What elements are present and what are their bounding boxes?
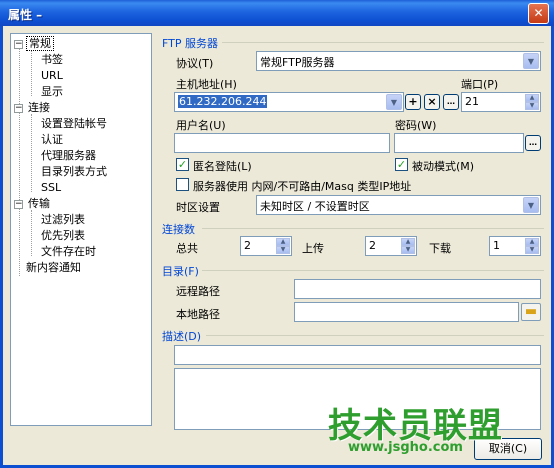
anonymous-checkbox[interactable]: ✓ xyxy=(176,158,189,171)
password-label: 密码(W) xyxy=(395,119,437,132)
category-tree[interactable]: − 常规 书签 URL 显示 − 连接 设置登陆帐号 认证 代理服务器 目录列表方式… xyxy=(10,33,152,426)
tree-item-connection[interactable]: − 连接 xyxy=(14,100,52,116)
masq-checkbox[interactable] xyxy=(176,178,189,191)
timezone-select[interactable]: 未知时区 / 不设置时区 ▼ xyxy=(256,195,541,215)
total-label: 总共 xyxy=(176,242,198,255)
tree-item-new-content[interactable]: 新内容通知 xyxy=(24,260,83,276)
host-input[interactable]: 61.232.206.244 ▼ xyxy=(174,92,404,112)
chevron-down-icon[interactable]: ▼ xyxy=(523,53,539,69)
tree-item-dir-listing[interactable]: 目录列表方式 xyxy=(39,164,109,180)
connections-section-title: 连接数 xyxy=(162,223,195,236)
port-stepper[interactable]: 21 ▲ ▼ xyxy=(461,92,541,112)
folder-icon: ▬ xyxy=(524,304,538,319)
tree-item-file-exists[interactable]: 文件存在时 xyxy=(39,244,98,260)
title-bar: 属性 – ✕ xyxy=(0,0,554,26)
directory-section-title: 目录(F) xyxy=(162,265,199,278)
tree-item-login-account[interactable]: 设置登陆帐号 xyxy=(39,116,109,132)
remote-path-input[interactable] xyxy=(294,279,541,299)
upload-label: 上传 xyxy=(302,242,324,255)
passive-label: 被动模式(M) xyxy=(412,160,475,173)
divider xyxy=(206,335,544,336)
password-more-button[interactable]: … xyxy=(525,135,541,151)
description-section-title: 描述(D) xyxy=(162,330,202,343)
tree-item-priority-list[interactable]: 优先列表 xyxy=(39,228,87,244)
collapse-icon[interactable]: − xyxy=(14,40,23,49)
tree-item-filter-list[interactable]: 过滤列表 xyxy=(39,212,87,228)
password-input[interactable] xyxy=(394,133,524,153)
username-input[interactable] xyxy=(174,133,390,153)
host-more-button[interactable]: … xyxy=(443,94,459,110)
username-label: 用户名(U) xyxy=(176,119,226,132)
close-button[interactable]: ✕ xyxy=(528,3,549,24)
timezone-label: 时区设置 xyxy=(176,201,220,214)
protocol-select[interactable]: 常规FTP服务器 ▼ xyxy=(256,51,541,71)
tree-item-auth[interactable]: 认证 xyxy=(39,132,65,148)
remove-host-button[interactable]: × xyxy=(424,94,440,110)
ftp-section-title: FTP 服务器 xyxy=(162,37,218,50)
collapse-icon[interactable]: − xyxy=(14,200,23,209)
download-label: 下载 xyxy=(429,242,451,255)
spin-down-icon[interactable]: ▼ xyxy=(276,246,290,254)
divider xyxy=(202,228,544,229)
host-label: 主机地址(H) xyxy=(176,78,237,91)
remote-path-label: 远程路径 xyxy=(176,285,220,298)
watermark-url: www.jsgho.com xyxy=(348,440,463,455)
chevron-down-icon[interactable]: ▼ xyxy=(523,197,539,213)
browse-folder-button[interactable]: ▬ xyxy=(521,303,541,321)
spin-up-icon[interactable]: ▲ xyxy=(525,94,539,102)
tree-item-general[interactable]: − 常规 xyxy=(14,36,54,52)
spin-up-icon[interactable]: ▲ xyxy=(401,238,415,246)
port-label: 端口(P) xyxy=(461,78,499,91)
divider xyxy=(222,42,544,43)
window-title: 属性 – xyxy=(8,8,43,22)
add-host-button[interactable]: + xyxy=(405,94,421,110)
download-stepper[interactable]: 1 ▲ ▼ xyxy=(489,236,541,256)
tree-item-display[interactable]: 显示 xyxy=(39,84,65,100)
spin-down-icon[interactable]: ▼ xyxy=(401,246,415,254)
collapse-icon[interactable]: − xyxy=(14,104,23,113)
local-path-input[interactable] xyxy=(294,302,519,322)
local-path-label: 本地路径 xyxy=(176,308,220,321)
spin-down-icon[interactable]: ▼ xyxy=(525,102,539,110)
passive-checkbox[interactable]: ✓ xyxy=(395,158,408,171)
total-stepper[interactable]: 2 ▲ ▼ xyxy=(240,236,292,256)
masq-label: 服务器使用 内网/不可路由/Masq 类型IP地址 xyxy=(193,180,412,193)
protocol-label: 协议(T) xyxy=(176,57,214,70)
divider xyxy=(202,270,544,271)
spin-up-icon[interactable]: ▲ xyxy=(525,238,539,246)
spin-up-icon[interactable]: ▲ xyxy=(276,238,290,246)
spin-down-icon[interactable]: ▼ xyxy=(525,246,539,254)
description-input[interactable] xyxy=(174,345,541,365)
tree-item-ssl[interactable]: SSL xyxy=(39,180,63,196)
tree-item-transfer[interactable]: − 传输 xyxy=(14,196,52,212)
chevron-down-icon[interactable]: ▼ xyxy=(386,94,402,110)
upload-stepper[interactable]: 2 ▲ ▼ xyxy=(365,236,417,256)
tree-item-url[interactable]: URL xyxy=(39,68,65,84)
tree-item-proxy[interactable]: 代理服务器 xyxy=(39,148,98,164)
anonymous-label: 匿名登陆(L) xyxy=(193,160,252,173)
tree-item-bookmark[interactable]: 书签 xyxy=(39,52,65,68)
